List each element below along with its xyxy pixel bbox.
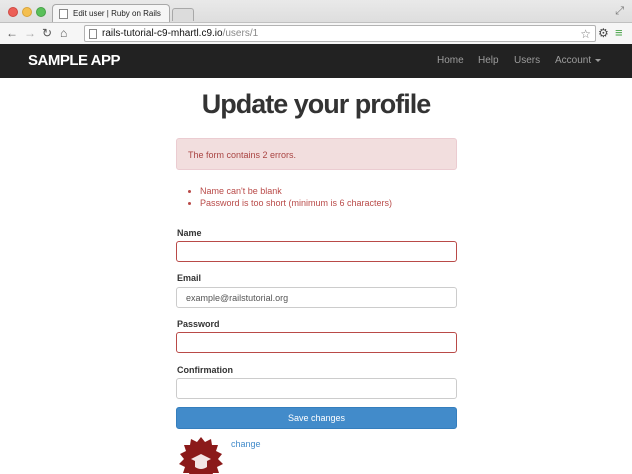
url-path: /users/1 <box>222 28 259 39</box>
page-icon <box>89 28 97 39</box>
window-maximize-button[interactable] <box>36 7 46 17</box>
forward-icon[interactable]: → <box>24 26 36 40</box>
browser-toolbar: ← → ↻ ⌂ rails-tutorial-c9-mhartl.c9.io/u… <box>0 22 632 44</box>
browser-chrome: Edit user | Ruby on Rails T ⤢ ← → ↻ ⌂ ra… <box>0 0 632 44</box>
error-list: Name can't be blank Password is too shor… <box>200 185 392 209</box>
brand-logo[interactable]: SAMPLE APP <box>28 52 120 69</box>
address-bar[interactable]: rails-tutorial-c9-mhartl.c9.io/users/1 ☆ <box>84 25 596 42</box>
avatar <box>179 437 223 474</box>
home-icon[interactable]: ⌂ <box>60 26 67 40</box>
email-label: Email <box>177 273 202 283</box>
nav-account[interactable]: Account <box>555 55 602 66</box>
page-title: Update your profile <box>201 89 432 119</box>
change-avatar-link[interactable]: change <box>231 439 261 449</box>
window-close-button[interactable] <box>8 7 18 17</box>
app-navbar: SAMPLE APP Home Help Users Account <box>0 44 632 78</box>
nav-account-label: Account <box>555 55 592 66</box>
nav-help[interactable]: Help <box>478 55 499 66</box>
confirmation-label: Confirmation <box>177 365 233 375</box>
save-changes-button[interactable]: Save changes <box>176 407 457 429</box>
password-label: Password <box>177 319 220 329</box>
error-item: Password is too short (minimum is 6 char… <box>200 197 392 209</box>
gear-icon[interactable]: ⚙ <box>598 26 609 40</box>
resize-icon[interactable]: ⤢ <box>615 5 624 18</box>
new-tab-button[interactable] <box>172 8 194 21</box>
error-alert: The form contains 2 errors. <box>176 138 457 170</box>
email-field[interactable]: example@railstutorial.org <box>176 287 457 308</box>
window-minimize-button[interactable] <box>22 7 32 17</box>
password-field[interactable] <box>176 332 457 353</box>
url-host: rails-tutorial-c9-mhartl.c9.io <box>102 28 223 39</box>
page-favicon-icon <box>59 8 68 19</box>
name-label: Name <box>177 228 202 238</box>
name-field[interactable] <box>176 241 457 262</box>
reload-icon[interactable]: ↻ <box>42 26 52 40</box>
error-item: Name can't be blank <box>200 185 392 197</box>
tab-title: Edit user | Ruby on Rails T <box>73 9 163 18</box>
back-icon[interactable]: ← <box>6 26 18 40</box>
nav-users[interactable]: Users <box>514 55 540 66</box>
nav-home[interactable]: Home <box>437 55 464 66</box>
caret-down-icon <box>595 58 602 62</box>
menu-icon[interactable]: ≡ <box>615 25 623 40</box>
star-icon[interactable]: ☆ <box>580 27 591 41</box>
browser-tab[interactable]: Edit user | Ruby on Rails T <box>52 4 170 22</box>
confirmation-field[interactable] <box>176 378 457 399</box>
